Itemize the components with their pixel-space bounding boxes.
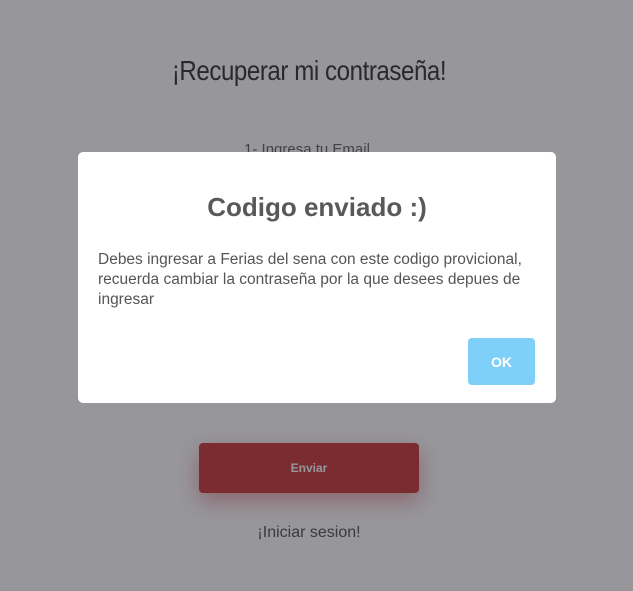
ok-button[interactable]: OK — [468, 338, 535, 385]
dialog-title: Codigo enviado :) — [207, 192, 427, 222]
code-sent-dialog: Codigo enviado :) Debes ingresar a Feria… — [78, 152, 556, 403]
dialog-message: Debes ingresar a Ferias del sena con est… — [98, 251, 522, 308]
